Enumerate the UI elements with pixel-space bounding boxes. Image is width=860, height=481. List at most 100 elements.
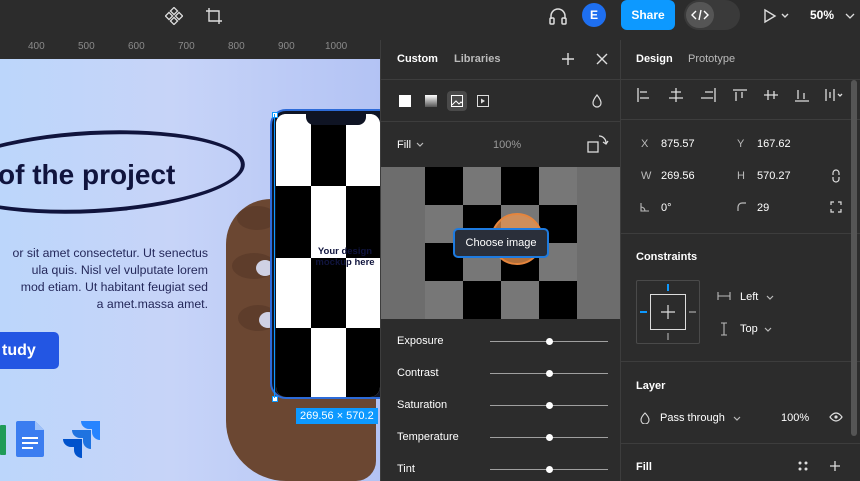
- solid-paint-button[interactable]: [395, 91, 415, 111]
- y-input[interactable]: 167.62: [757, 138, 791, 150]
- avatar[interactable]: E: [582, 3, 606, 27]
- tab-libraries[interactable]: Libraries: [454, 53, 500, 65]
- alignment-toolbar[interactable]: [635, 87, 857, 103]
- fill-title: Fill: [636, 461, 652, 473]
- independent-corners-icon[interactable]: [830, 201, 842, 213]
- solid-icon: [399, 95, 411, 107]
- canvas-heading[interactable]: of the project: [0, 159, 175, 191]
- share-button[interactable]: Share: [621, 0, 675, 30]
- resize-handle-top-left[interactable]: [272, 112, 278, 118]
- canvas-cta-button[interactable]: tudy: [0, 332, 59, 369]
- blend-drop-icon: [640, 412, 650, 424]
- chevron-down-icon: [733, 416, 741, 421]
- docs-icon[interactable]: [16, 421, 44, 457]
- plus-icon[interactable]: [561, 52, 575, 66]
- x-label: X: [641, 138, 649, 150]
- tab-prototype[interactable]: Prototype: [688, 53, 735, 65]
- w-input[interactable]: 269.56: [661, 170, 695, 182]
- align-right-icon: [701, 88, 716, 102]
- play-icon[interactable]: [762, 6, 792, 26]
- distribute-icon: [825, 89, 843, 101]
- saturation-slider-knob[interactable]: [545, 402, 553, 409]
- rotation-icon: [640, 203, 649, 212]
- h-input[interactable]: 570.27: [757, 170, 791, 182]
- ruler-tick: 700: [178, 41, 195, 52]
- selection-size-badge: 269.56 × 570.2: [296, 408, 378, 424]
- image-paint-button[interactable]: [447, 91, 467, 111]
- canvas-body-text[interactable]: or sit amet consectetur. Ut senectus ula…: [0, 245, 208, 313]
- vertical-constraint-icon: [721, 322, 727, 336]
- phone-notch: [306, 114, 366, 125]
- w-label: W: [641, 170, 652, 182]
- ruler-tick: 900: [278, 41, 295, 52]
- fill-mode-dropdown[interactable]: Fill: [397, 139, 411, 151]
- choose-image-button[interactable]: Choose image: [453, 228, 549, 258]
- image-icon: [451, 95, 463, 107]
- constraints-widget[interactable]: [636, 280, 700, 344]
- rotation-input[interactable]: 0°: [661, 202, 672, 214]
- add-fill-icon[interactable]: [829, 460, 841, 472]
- chevron-down-icon: [766, 295, 774, 300]
- saturation-label: Saturation: [397, 399, 448, 411]
- chevron-down-icon: [416, 142, 424, 147]
- ruler-tick: 1000: [325, 41, 348, 52]
- fill-opacity[interactable]: 100%: [493, 139, 521, 151]
- video-paint-button[interactable]: [473, 91, 493, 111]
- horizontal-constraint-dropdown[interactable]: Left: [740, 291, 758, 303]
- dev-mode-icon: [686, 2, 714, 28]
- temperature-label: Temperature: [397, 431, 459, 443]
- layer-title: Layer: [636, 380, 666, 392]
- align-left-icon: [637, 88, 649, 102]
- align-center-h-icon: [669, 88, 683, 102]
- align-bottom-icon: [795, 90, 809, 102]
- constraint-cross-icon: [661, 305, 675, 319]
- chevron-down-icon: [764, 327, 772, 332]
- x-input[interactable]: 875.57: [661, 138, 695, 150]
- gradient-paint-button[interactable]: [421, 91, 441, 111]
- tint-label: Tint: [397, 463, 415, 475]
- corner-radius-icon: [737, 202, 746, 211]
- y-label: Y: [737, 138, 745, 150]
- gradient-icon: [425, 95, 437, 107]
- blend-mode-dropdown[interactable]: Pass through: [660, 412, 725, 424]
- tab-design[interactable]: Design: [636, 53, 673, 65]
- jira-icon[interactable]: [62, 419, 102, 459]
- horizontal-constraint-icon: [717, 292, 731, 300]
- zoom-chevron-icon[interactable]: [845, 12, 855, 20]
- ruler-tick: 500: [78, 41, 95, 52]
- tab-custom[interactable]: Custom: [397, 53, 438, 65]
- fill-picker-panel: Custom Libraries Fill 100% Choose image: [380, 40, 621, 481]
- resize-handle-bottom-left[interactable]: [272, 396, 278, 402]
- design-panel-scrollbar[interactable]: [851, 80, 857, 436]
- vertical-constraint-dropdown[interactable]: Top: [740, 323, 758, 335]
- mockup-placeholder-text: Your design mockup here: [315, 246, 375, 268]
- ruler-tick: 400: [28, 41, 45, 52]
- exposure-slider-knob[interactable]: [545, 338, 553, 345]
- horizontal-ruler: 400 500 600 700 800 900 1000: [0, 38, 380, 56]
- eye-icon[interactable]: [829, 412, 843, 422]
- video-icon: [477, 95, 489, 107]
- tint-slider-knob[interactable]: [545, 466, 553, 473]
- contrast-slider-knob[interactable]: [545, 370, 553, 377]
- layer-opacity-input[interactable]: 100%: [781, 412, 809, 424]
- contrast-label: Contrast: [397, 367, 439, 379]
- style-grid-icon[interactable]: [797, 460, 809, 472]
- crop-icon[interactable]: [204, 6, 224, 26]
- zoom-level[interactable]: 50%: [810, 8, 834, 22]
- headphones-icon[interactable]: [547, 6, 569, 26]
- constrain-proportions-icon[interactable]: [832, 169, 840, 183]
- align-center-v-icon: [764, 90, 778, 100]
- blend-drop-icon[interactable]: [591, 94, 603, 108]
- temperature-slider-knob[interactable]: [545, 434, 553, 441]
- component-icon[interactable]: [164, 6, 184, 26]
- h-label: H: [737, 170, 745, 182]
- sheets-icon[interactable]: [0, 425, 8, 455]
- close-icon[interactable]: [595, 52, 609, 66]
- ruler-tick: 600: [128, 41, 145, 52]
- design-panel: Design Prototype X 875.57 Y 167.62 W 269…: [620, 40, 860, 481]
- corner-radius-input[interactable]: 29: [757, 202, 769, 214]
- selection-outline: [274, 114, 275, 398]
- rotate-image-icon[interactable]: [587, 134, 609, 154]
- top-toolbar: E Share 50%: [0, 0, 860, 33]
- image-preview[interactable]: Choose image: [381, 167, 621, 319]
